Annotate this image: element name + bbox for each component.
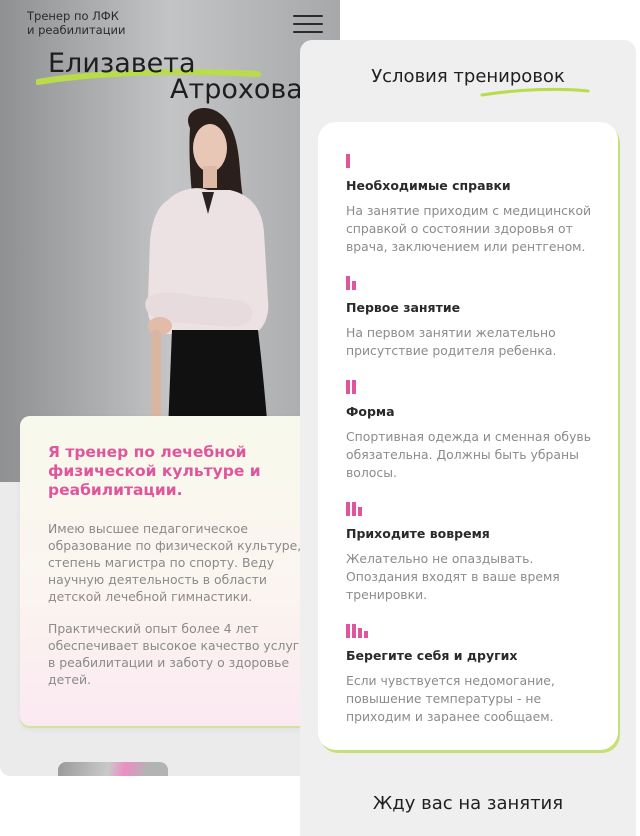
title-highlight-stroke: [480, 87, 590, 97]
about-paragraph-education: Имею высшее педагогическое образование п…: [48, 521, 302, 604]
bar-level-5-icon: [346, 622, 598, 638]
condition-item: Приходите вовремя Желательно не опаздыва…: [346, 500, 598, 604]
conditions-screen: Условия тренировок Необходимые справки Н…: [300, 40, 636, 836]
condition-text: Спортивная одежда и сменная обувь обязат…: [346, 429, 592, 480]
menu-line: [293, 23, 323, 25]
invite-title: Жду вас на занятия: [372, 793, 564, 814]
hamburger-menu-icon[interactable]: [293, 15, 323, 33]
condition-item: Берегите себя и других Если чувствуется …: [346, 622, 598, 726]
conditions-card: Необходимые справки На занятие приходим …: [318, 122, 618, 750]
bar-level-3-icon: [346, 378, 598, 394]
condition-text: На занятие приходим с медицинской справк…: [346, 203, 592, 254]
condition-title: Форма: [346, 404, 395, 419]
condition-text: Желательно не опаздывать. Опоздания вход…: [346, 551, 560, 602]
condition-title: Приходите вовремя: [346, 526, 490, 541]
conditions-title: Условия тренировок: [371, 66, 565, 87]
condition-item: Форма Спортивная одежда и сменная обувь …: [346, 378, 598, 482]
condition-text: Если чувствуется недомогание, повышение …: [346, 673, 555, 724]
menu-line: [293, 31, 323, 33]
about-paragraph-experience: Практический опыт более 4 лет обеспечива…: [48, 621, 300, 687]
bar-level-4-icon: [346, 500, 598, 516]
menu-line: [293, 15, 323, 17]
condition-item: Первое занятие На первом занятии желател…: [346, 274, 598, 360]
main-screen: Тренер по ЛФК и реабилитации Елизавета А…: [0, 0, 340, 776]
condition-item: Необходимые справки На занятие приходим …: [346, 152, 598, 256]
condition-title: Первое занятие: [346, 300, 461, 315]
bar-level-1-icon: [346, 152, 598, 168]
about-title: Я тренер по лечебной физической культуре…: [48, 443, 261, 499]
next-section-image: [58, 762, 168, 776]
condition-text: На первом занятии желательно присутствие…: [346, 325, 557, 358]
trainer-last-name: Атрохова: [170, 74, 303, 105]
bar-level-2-icon: [346, 274, 598, 290]
brand-title: Тренер по ЛФК и реабилитации: [27, 9, 126, 37]
condition-title: Берегите себя и других: [346, 648, 518, 663]
condition-title: Необходимые справки: [346, 178, 511, 193]
about-card: Я тренер по лечебной физической культуре…: [20, 416, 326, 726]
